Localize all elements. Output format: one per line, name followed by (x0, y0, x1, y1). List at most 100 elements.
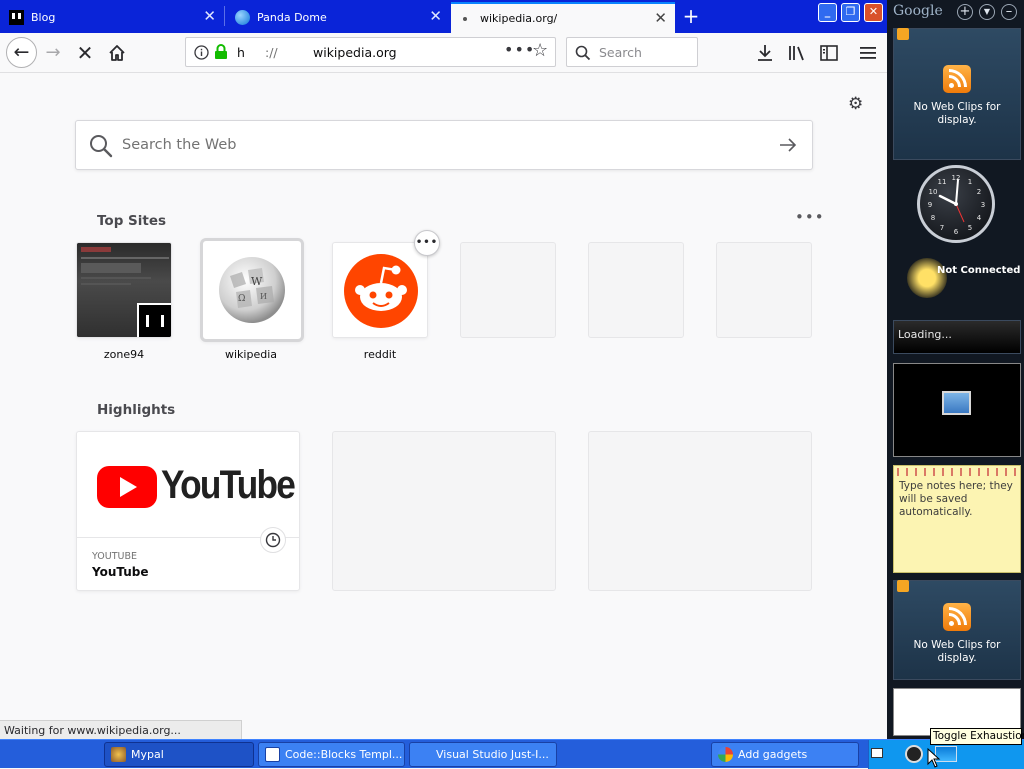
sidebar-title: Google (893, 3, 943, 19)
lock-icon[interactable] (214, 44, 228, 60)
google-desktop-sidebar: Google + ▼ – No Web Clips for display. 1… (887, 0, 1024, 739)
taskbar-label: Mypal (131, 748, 164, 761)
web-clips-gadget-2[interactable]: No Web Clips for display. (893, 580, 1021, 680)
top-site-tile-reddit[interactable] (332, 242, 428, 338)
forward-button[interactable]: → (41, 41, 65, 65)
photo-gadget[interactable] (893, 363, 1021, 457)
mypal-app-icon (111, 747, 126, 762)
status-text: Waiting for www.wikipedia.org... (0, 720, 242, 739)
tab-blog[interactable]: Blog ✕ (0, 2, 224, 33)
taskbar-item-add-gadgets[interactable]: Add gadgets (711, 742, 859, 767)
bookmark-star-icon[interactable]: ☆ (532, 40, 548, 61)
info-icon[interactable] (194, 45, 209, 60)
notes-text[interactable]: Type notes here; they will be saved auto… (899, 480, 1013, 518)
back-button[interactable]: ← (6, 37, 37, 68)
sidebar-menu-button[interactable]: ▼ (979, 4, 995, 20)
tab-wikipedia[interactable]: wikipedia.org/ ✕ (451, 2, 675, 33)
svg-text:2: 2 (977, 188, 981, 196)
tab-panda-dome[interactable]: Panda Dome ✕ (226, 2, 450, 33)
empty-highlight-slot (332, 431, 556, 591)
tab-label: wikipedia.org/ (480, 12, 558, 25)
sidebar-icon (820, 45, 838, 61)
svg-text:Ω: Ω (238, 294, 245, 304)
rss-small-icon (897, 28, 909, 40)
history-clock-icon (260, 527, 286, 553)
svg-text:4: 4 (977, 214, 982, 222)
url-host: wikipedia.org (313, 45, 397, 60)
svg-text:3: 3 (981, 201, 985, 209)
close-tab-icon[interactable]: ✕ (654, 11, 667, 26)
mouse-cursor-icon (927, 748, 941, 768)
close-window-button[interactable]: ✕ (864, 3, 883, 22)
new-tab-button[interactable]: + (680, 5, 702, 27)
top-site-tile-zone94[interactable] (76, 242, 172, 338)
hamburger-icon (860, 47, 876, 59)
search-go-arrow-icon[interactable] (779, 137, 797, 153)
scratch-pad-gadget[interactable]: Type notes here; they will be saved auto… (893, 465, 1021, 573)
google-g-icon (718, 747, 733, 762)
settings-gear-icon[interactable]: ⚙ (848, 95, 866, 113)
stop-loading-button[interactable]: ✕ (73, 41, 97, 65)
restore-button[interactable]: ❐ (841, 3, 860, 22)
tray-swirl-icon[interactable] (905, 745, 923, 763)
notepad-binding-icon (897, 468, 1017, 476)
home-button[interactable] (105, 41, 129, 65)
top-site-tile-wikipedia[interactable]: W Ω И (200, 238, 304, 342)
top-site-label: zone94 (103, 348, 145, 361)
top-sites-options-icon[interactable]: ••• (795, 208, 825, 226)
page-actions-icon[interactable]: ••• (504, 40, 535, 59)
svg-text:9: 9 (928, 201, 932, 209)
web-search-input[interactable]: Search the Web (75, 120, 813, 170)
picture-placeholder-icon (942, 391, 971, 415)
taskbar-item-codeblocks[interactable]: Code::Blocks Templ... (258, 742, 405, 767)
home-icon (109, 45, 125, 61)
wikipedia-globe-icon: W Ω И (219, 257, 285, 323)
web-search-placeholder: Search the Web (122, 137, 237, 153)
web-clips-message: No Web Clips for display. (913, 101, 1001, 126)
search-icon (90, 135, 113, 158)
library-button[interactable] (785, 41, 809, 65)
minimize-button[interactable]: _ (818, 3, 837, 22)
highlight-card-youtube[interactable]: YouTube YOUTUBE YouTube (76, 431, 300, 591)
svg-text:8: 8 (931, 214, 935, 222)
tray-monitor-icon[interactable] (871, 748, 883, 758)
empty-highlight-slot (588, 431, 812, 591)
top-site-label: wikipedia (224, 348, 277, 361)
highlights-heading: Highlights (97, 402, 176, 418)
close-tab-icon[interactable]: ✕ (429, 9, 442, 24)
weather-sun-icon (907, 258, 947, 298)
svg-text:5: 5 (968, 224, 972, 232)
top-site-label: reddit (363, 348, 397, 361)
empty-top-site-slot (716, 242, 812, 338)
url-bar[interactable]: h :// wikipedia.org ••• ☆ (185, 37, 556, 67)
add-gadget-button[interactable]: + (957, 4, 973, 20)
sidebar-toggle-button[interactable] (817, 41, 841, 65)
windows-taskbar: Mypal Code::Blocks Templ... Visual Studi… (0, 739, 1024, 769)
taskbar-item-mypal[interactable]: Mypal (104, 742, 254, 767)
loading-dot-icon (463, 16, 467, 21)
web-clips-message: No Web Clips for display. (913, 639, 1001, 664)
svg-text:И: И (260, 292, 267, 301)
downloads-button[interactable] (753, 41, 777, 65)
tile-context-menu-icon[interactable]: ••• (414, 230, 440, 256)
clock-face-icon: 12369 1245 781011 (928, 174, 985, 236)
reddit-alien-icon (344, 254, 418, 328)
clock-gadget[interactable]: 12 3 6 9 1245 7 8 10 11 (917, 165, 995, 243)
web-clips-gadget[interactable]: No Web Clips for display. (893, 28, 1021, 160)
taskbar-item-visual-studio[interactable]: Visual Studio Just-I... (409, 742, 557, 767)
taskbar-label: Visual Studio Just-I... (436, 748, 549, 761)
empty-top-site-slot (588, 242, 684, 338)
highlight-title: YouTube (92, 565, 149, 579)
svg-text:12: 12 (952, 174, 961, 182)
blog-favicon-icon (9, 10, 24, 25)
svg-text:1: 1 (968, 178, 972, 186)
menu-button[interactable] (856, 41, 880, 65)
rss-feed-icon (943, 65, 971, 93)
sidebar-minimize-button[interactable]: – (1001, 4, 1017, 20)
svg-text:11: 11 (938, 178, 947, 186)
search-input[interactable]: Search (566, 37, 698, 67)
loading-text: Loading... (898, 328, 952, 341)
tab-strip: Blog ✕ Panda Dome ✕ wikipedia.org/ ✕ + _… (0, 0, 887, 33)
svg-text:10: 10 (929, 188, 938, 196)
close-tab-icon[interactable]: ✕ (203, 9, 216, 24)
